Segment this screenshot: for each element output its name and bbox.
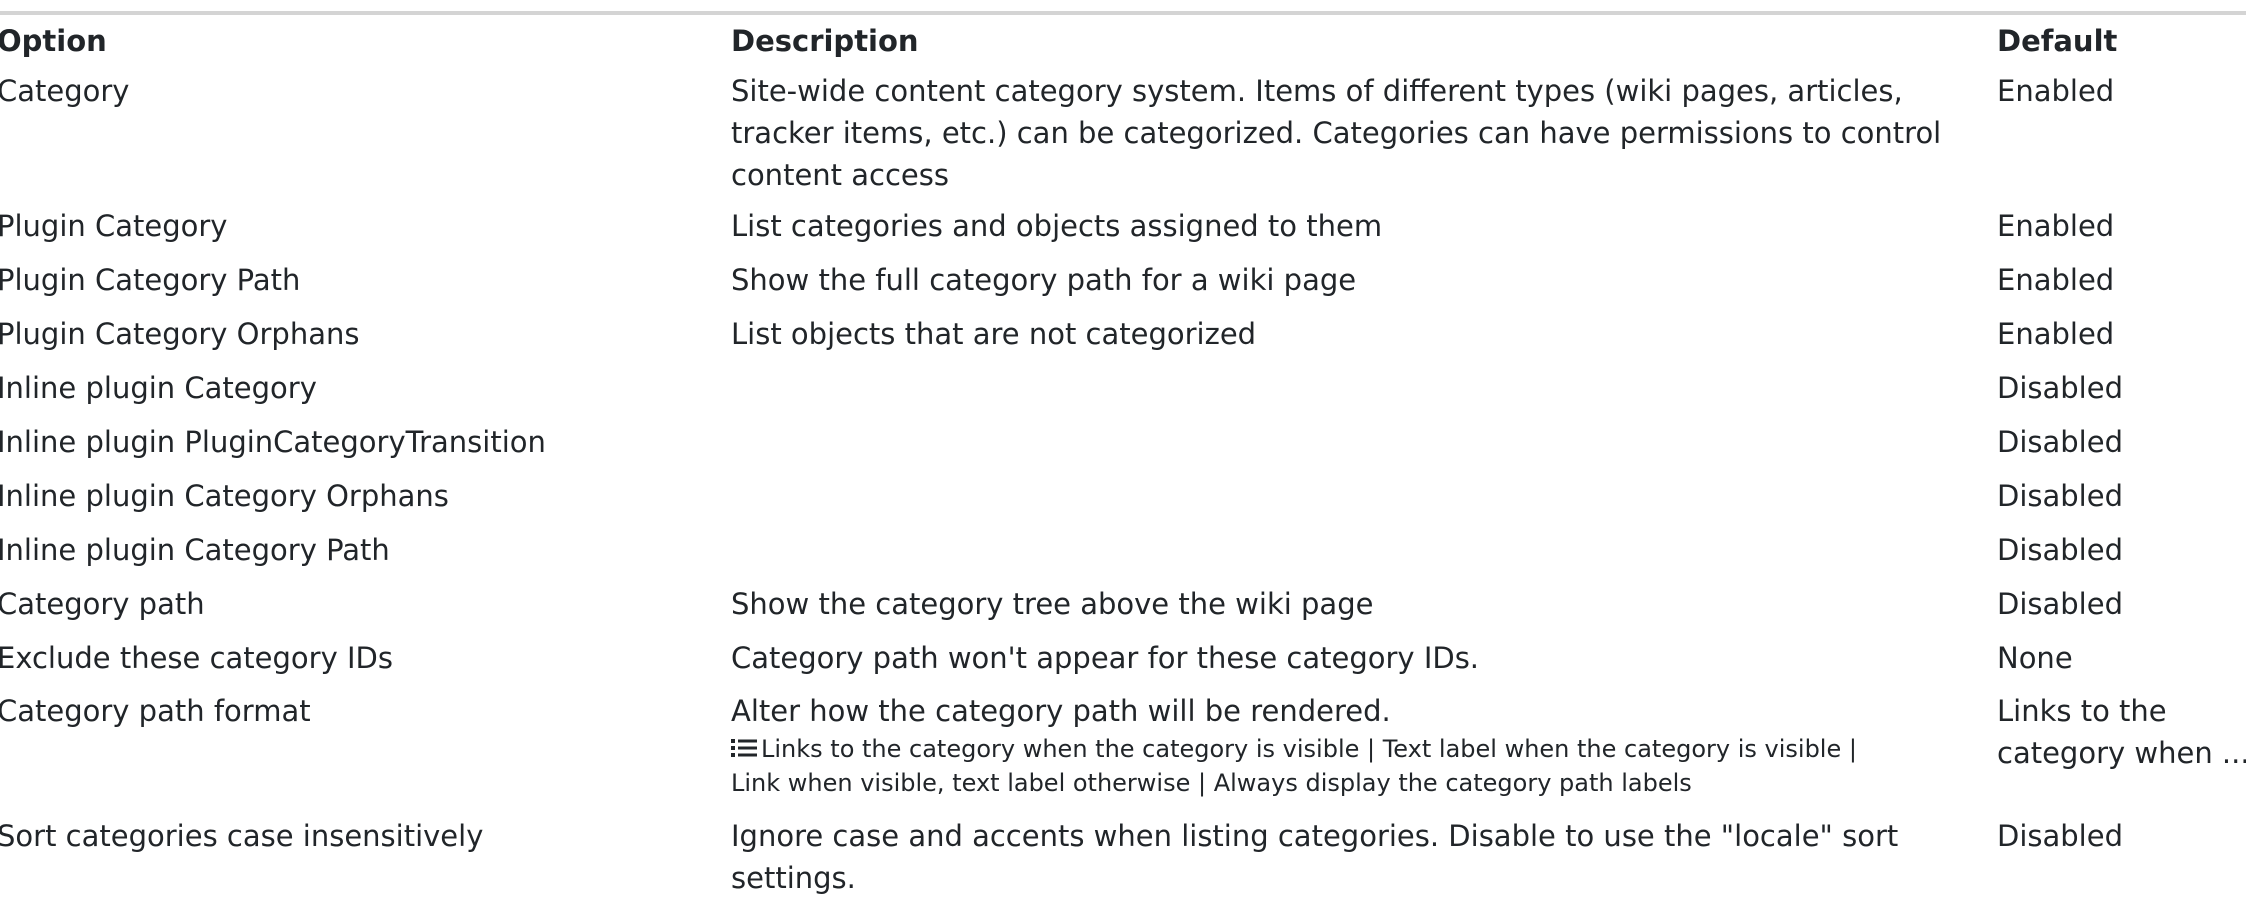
option-description: List categories and objects assigned to … [731, 209, 1383, 243]
option-name: Category path [0, 587, 205, 621]
option-name: Plugin Category Orphans [0, 317, 360, 351]
option-name: Inline plugin Category Path [0, 533, 390, 567]
option-default: Disabled [1997, 819, 2123, 853]
option-default: Links to the category when ... [1997, 690, 2246, 774]
option-default: Disabled [1997, 533, 2123, 567]
table-top-border [0, 11, 2246, 15]
table-row: Category Site-wide content category syst… [0, 64, 2246, 196]
option-default: Enabled [1997, 209, 2115, 243]
option-default: Disabled [1997, 371, 2123, 405]
option-default: Disabled [1997, 479, 2123, 513]
option-default: Enabled [1997, 263, 2115, 297]
table-row: Inline plugin Category Orphans Disabled [0, 466, 2246, 520]
option-name: Sort categories case insensitively [0, 819, 484, 853]
options-line: Link when visible, text label otherwise … [731, 769, 1692, 797]
option-description: Alter how the category path will be rend… [731, 690, 1997, 800]
option-description: Show the category tree above the wiki pa… [731, 587, 1374, 621]
option-description: Category path won't appear for these cat… [731, 641, 1480, 675]
option-description: Show the full category path for a wiki p… [731, 263, 1357, 297]
table-row: Inline plugin Category Disabled [0, 358, 2246, 412]
option-name: Exclude these category IDs [0, 641, 393, 675]
description-line: settings. [731, 861, 856, 895]
table-row: Inline plugin Category Path Disabled [0, 520, 2246, 574]
description-line: content access [731, 158, 949, 192]
description-line: Site-wide content category system. Items… [731, 74, 1903, 108]
options-line: Links to the category when the category … [761, 735, 1857, 763]
list-icon [731, 738, 757, 758]
option-default: Enabled [1997, 317, 2115, 351]
description-line: Ignore case and accents when listing cat… [731, 819, 1899, 853]
column-header-description: Description [731, 24, 919, 58]
option-description: Ignore case and accents when listing cat… [731, 815, 1997, 899]
option-name: Plugin Category [0, 209, 228, 243]
option-default: Disabled [1997, 587, 2123, 621]
option-default: Enabled [1997, 74, 2115, 108]
column-header-option: Option [0, 24, 107, 58]
option-name: Inline plugin Category Orphans [0, 479, 449, 513]
default-line: category when ... [1997, 736, 2246, 770]
description-line: Alter how the category path will be rend… [731, 694, 1391, 728]
column-header-default: Default [1997, 24, 2118, 58]
table-header-row: Option Description Default [0, 18, 2246, 64]
table-row: Sort categories case insensitively Ignor… [0, 811, 2246, 902]
option-description: Site-wide content category system. Items… [731, 70, 1997, 196]
table-row: Plugin Category Orphans List objects tha… [0, 304, 2246, 358]
option-default: None [1997, 641, 2073, 675]
option-name: Category path format [0, 694, 311, 728]
option-description: List objects that are not categorized [731, 317, 1257, 351]
option-name: Inline plugin Category [0, 371, 317, 405]
option-name: Category [0, 74, 130, 108]
table-row: Plugin Category List categories and obje… [0, 196, 2246, 250]
table-row: Category path Show the category tree abo… [0, 574, 2246, 628]
table-row: Plugin Category Path Show the full categ… [0, 250, 2246, 304]
preferences-table: Option Description Default Category Site… [0, 18, 2246, 902]
table-row: Inline plugin PluginCategoryTransition D… [0, 412, 2246, 466]
options-list: Links to the category when the category … [731, 732, 1997, 766]
description-line: tracker items, etc.) can be categorized.… [731, 116, 1942, 150]
table-row: Category path format Alter how the categ… [0, 682, 2246, 811]
option-name: Plugin Category Path [0, 263, 301, 297]
option-name: Inline plugin PluginCategoryTransition [0, 425, 546, 459]
option-default: Disabled [1997, 425, 2123, 459]
table-row: Exclude these category IDs Category path… [0, 628, 2246, 682]
default-line: Links to the [1997, 694, 2167, 728]
